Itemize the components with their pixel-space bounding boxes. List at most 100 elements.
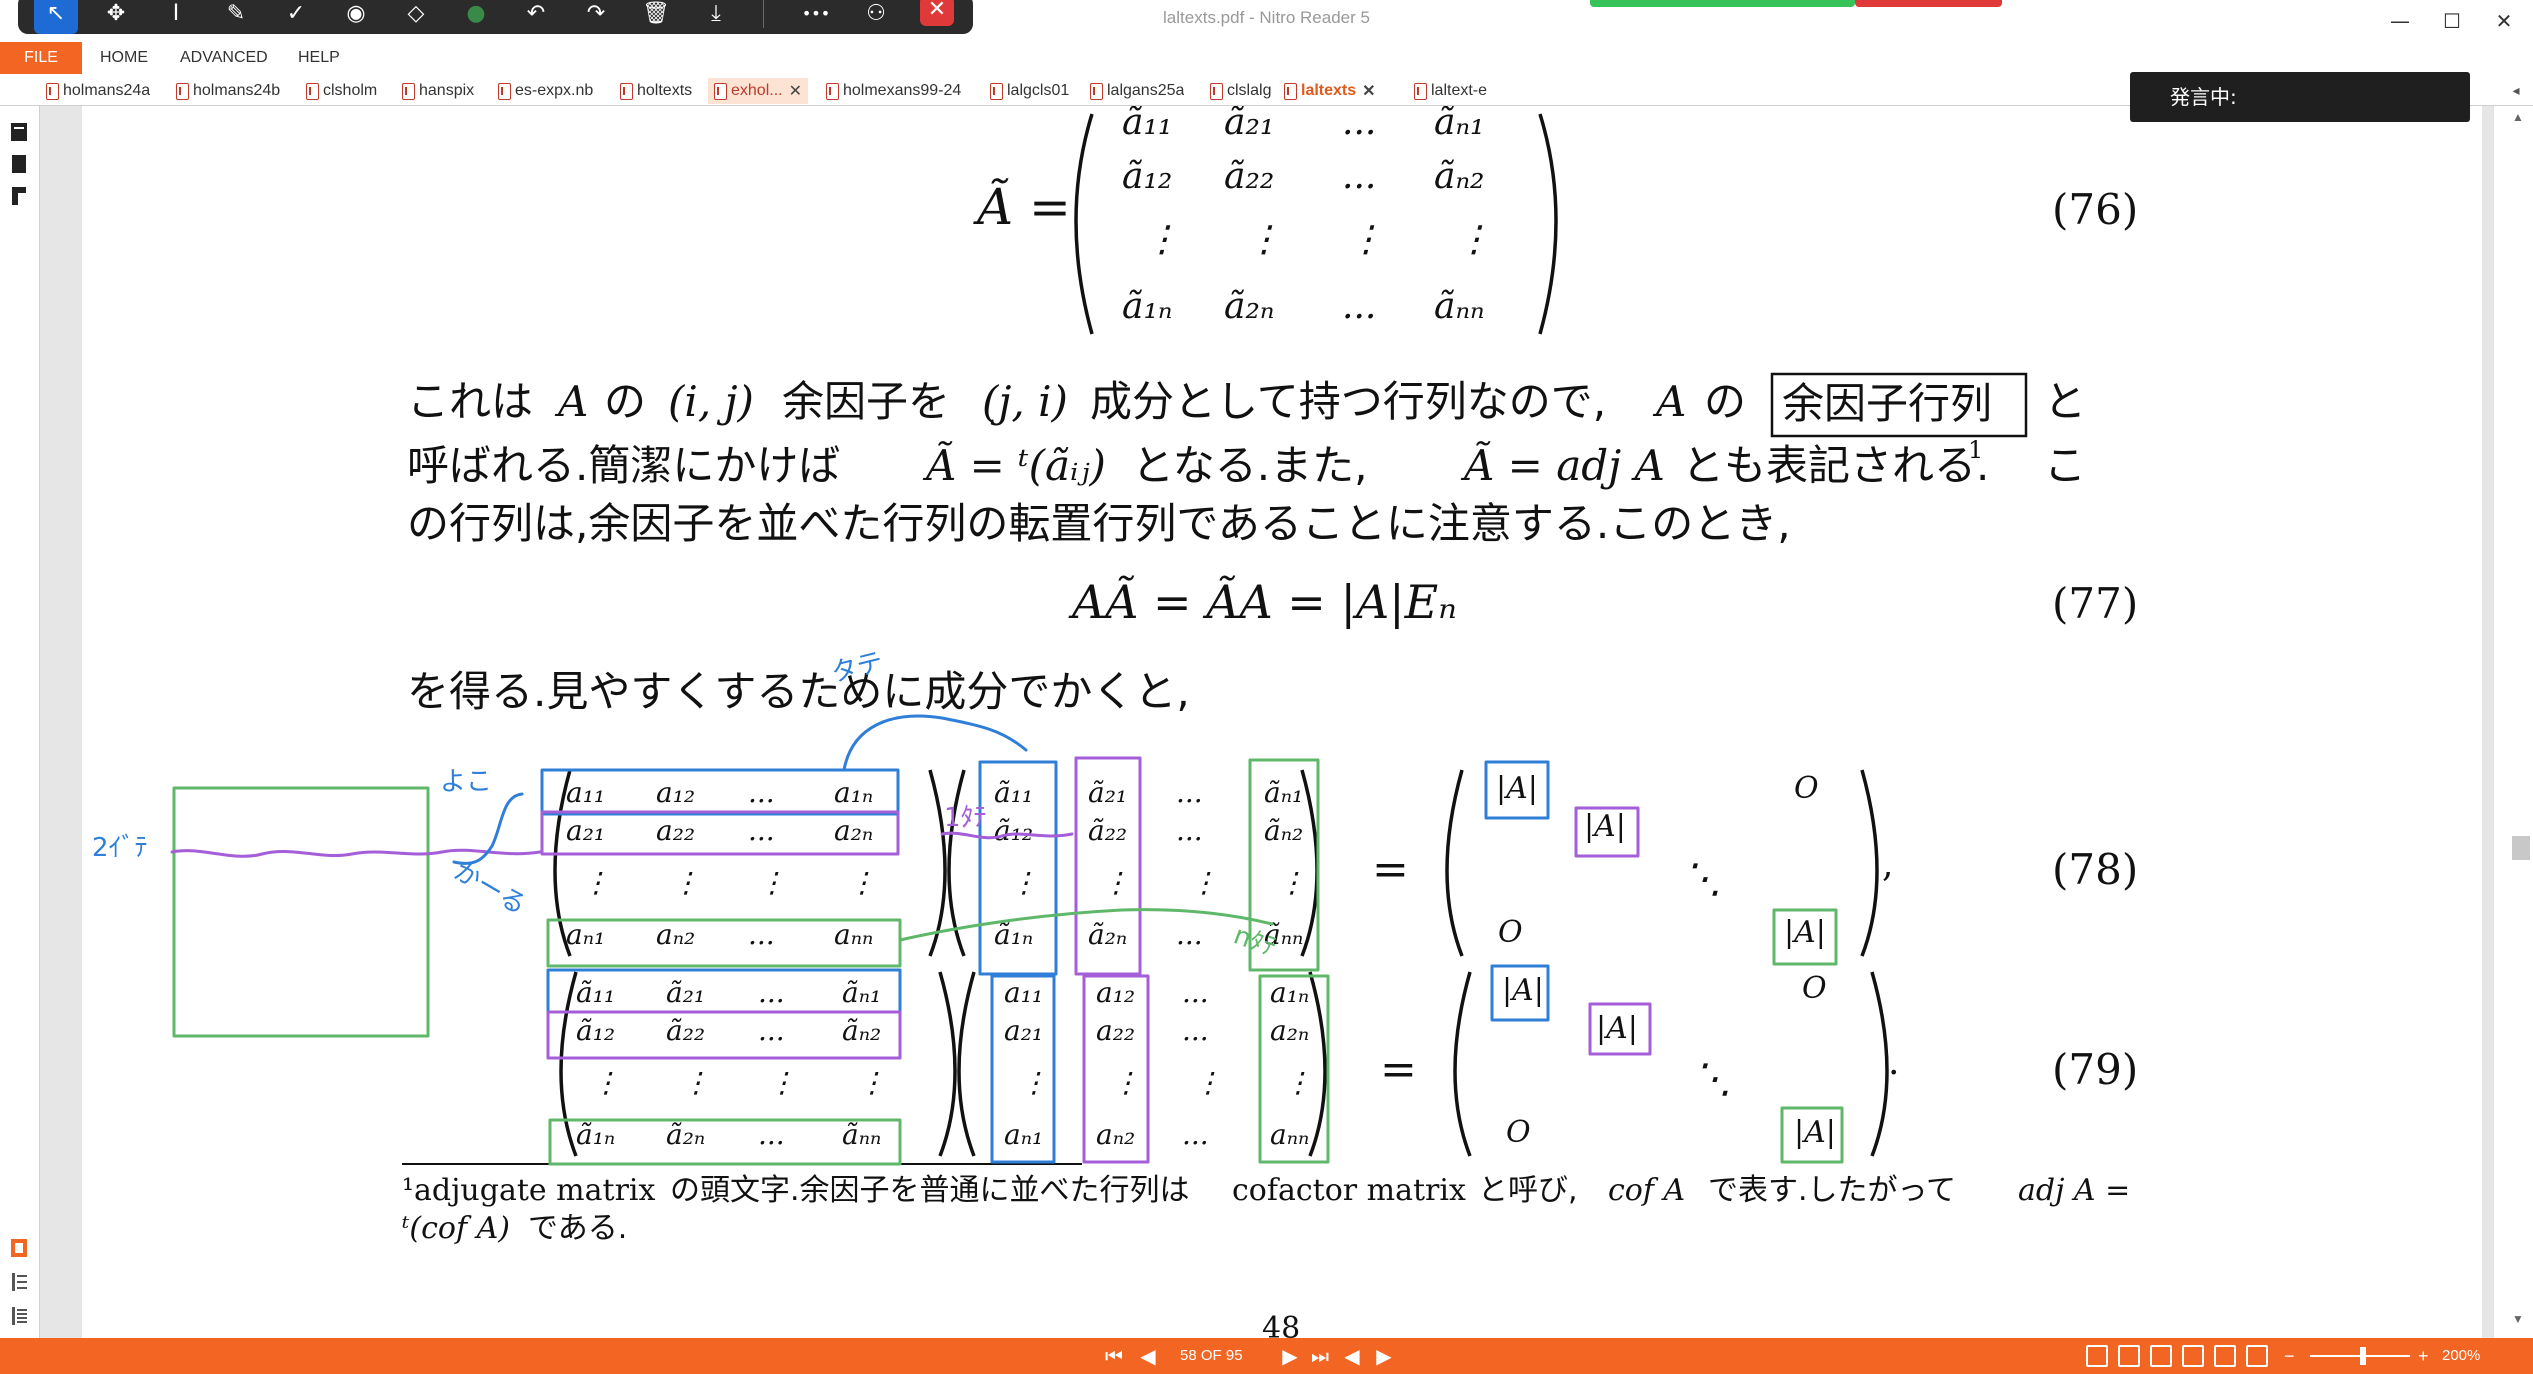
save-icon[interactable]: ⤓	[694, 0, 738, 34]
para1-text: 成分として持つ行列なので,	[1090, 377, 1606, 426]
fit-page-icon[interactable]	[2246, 1345, 2268, 1367]
tab-exhol[interactable]: exhol... ✕	[708, 78, 808, 104]
ink-box-green-square[interactable]	[172, 786, 430, 1038]
tab-clsholm[interactable]: clsholm	[306, 78, 377, 104]
tab-lalgans25a[interactable]: lalgans25a	[1090, 78, 1184, 104]
stamp-tool-icon[interactable]: ◉	[334, 0, 378, 34]
next-view-icon[interactable]: ▶	[1370, 1342, 1398, 1370]
tab-label: laltext-e	[1431, 82, 1488, 99]
matrix-cell: ã₁₂	[1122, 156, 1172, 197]
more-icon[interactable]: •••	[794, 0, 838, 34]
eq77-formula: AÃ = ÃA = |A|Eₙ	[1068, 575, 1457, 629]
pdf-icon	[714, 82, 727, 100]
vertical-scrollbar[interactable]: ▲ ▼	[2493, 106, 2533, 1338]
pdf-icon	[498, 82, 511, 100]
next-page-icon[interactable]: ▶	[1276, 1342, 1304, 1370]
zoom-slider-thumb[interactable]	[2360, 1347, 2366, 1365]
para1-text: 呼ばれる.簡潔にかけば	[407, 441, 840, 490]
tab-close-icon[interactable]: ✕	[1362, 81, 1375, 101]
matrix-cell: ãₙ₁	[1434, 106, 1484, 143]
matrix-cell: a₁₁	[1004, 976, 1043, 1009]
tab-holmans24a[interactable]: holmans24a	[46, 78, 150, 104]
tab-close-icon[interactable]: ✕	[789, 81, 802, 101]
undo-icon[interactable]: ↶	[514, 0, 558, 34]
tab-scroll-right-icon[interactable]: ◂	[2506, 78, 2526, 102]
tab-holtexts[interactable]: holtexts	[620, 78, 692, 104]
facing-view-icon[interactable]	[2150, 1345, 2172, 1367]
file-menu[interactable]: FILE	[0, 42, 82, 74]
pages-panel-icon[interactable]	[8, 120, 30, 144]
matrix-cell: ã₁₁	[994, 776, 1033, 809]
first-page-icon[interactable]: ⏮	[1100, 1342, 1128, 1370]
matrix-cell: a₂₁	[1004, 1014, 1043, 1047]
matrix-cell: ...	[1182, 976, 1209, 1009]
zoom-out-button[interactable]: −	[2284, 1338, 2295, 1374]
check-tool-icon[interactable]: ✓	[274, 0, 318, 34]
scroll-up-icon[interactable]: ▲	[2508, 110, 2528, 130]
toolbar-close-icon[interactable]: ✕	[920, 0, 954, 26]
outline-panel-icon[interactable]	[8, 1304, 30, 1328]
menu-help[interactable]: HELP	[298, 42, 340, 74]
menu-home[interactable]: HOME	[100, 42, 148, 74]
tab-laltexts[interactable]: laltexts ✕	[1284, 78, 1376, 104]
previous-view-icon[interactable]: ◀	[1338, 1342, 1366, 1370]
matrix-cell: ãₙ₁	[1264, 776, 1303, 809]
window-close-button[interactable]: ✕	[2484, 4, 2524, 38]
bookmarks-panel-icon[interactable]	[8, 152, 30, 176]
last-page-icon[interactable]: ⏭	[1306, 1342, 1334, 1370]
zero-block: O	[1506, 1115, 1531, 1150]
comments-panel-icon[interactable]	[8, 184, 30, 208]
minimize-button[interactable]: —	[2380, 4, 2420, 38]
tab-holmans24b[interactable]: holmans24b	[176, 78, 280, 104]
menu-advanced[interactable]: ADVANCED	[180, 42, 268, 74]
eq79-left-paren	[559, 971, 578, 1157]
matrix-cell: ...	[758, 1014, 785, 1047]
pan-tool-icon[interactable]: ✥	[94, 0, 138, 34]
matrix-cell: ã₁₁	[1122, 106, 1172, 143]
tab-label: holmans24b	[193, 82, 281, 99]
eq77-number: (77)	[2052, 579, 2138, 628]
previous-page-icon[interactable]: ◀	[1134, 1342, 1162, 1370]
matrix-cell: ãₙₙ	[842, 1118, 881, 1151]
layers-panel-icon[interactable]	[8, 1270, 30, 1294]
maximize-button[interactable]: ☐	[2432, 4, 2472, 38]
zoom-level[interactable]: 200%	[2442, 1338, 2480, 1374]
scroll-thumb[interactable]	[2512, 836, 2530, 860]
share-icon[interactable]: ⚇	[854, 0, 898, 34]
tab-label: lalgcls01	[1007, 82, 1070, 99]
zoom-in-button[interactable]: +	[2418, 1338, 2429, 1374]
scroll-down-icon[interactable]: ▼	[2508, 1312, 2528, 1332]
eq79-left-paren	[957, 971, 976, 1157]
eq79-diag-left-paren	[1453, 971, 1472, 1157]
tab-laltext-e[interactable]: laltext-e	[1414, 78, 1487, 104]
matrix-cell: ⋮	[848, 866, 876, 899]
pdf-icon	[306, 82, 319, 100]
continuous-view-icon[interactable]	[2118, 1345, 2140, 1367]
redo-icon[interactable]: ↷	[574, 0, 618, 34]
matrix-cell: ...	[1182, 1014, 1209, 1047]
page-content: Ã = ã₁₁ ã₂₁ ... ãₙ₁ ã₁₂ ã₂₂ ... ãₙ₂ ⋮ ⋮ …	[92, 106, 2138, 1338]
attachments-panel-icon[interactable]	[8, 1236, 30, 1260]
footnote-text: の頭文字.余因子を普通に並べた行列は	[670, 1173, 1190, 1208]
tab-clslalg[interactable]: clslalg	[1210, 78, 1271, 104]
single-page-view-icon[interactable]	[2086, 1345, 2108, 1367]
tab-lalgcls01[interactable]: lalgcls01	[990, 78, 1069, 104]
page-indicator[interactable]: 58 OF 95	[1180, 1338, 1243, 1374]
delete-icon[interactable]: 🗑	[634, 0, 678, 34]
text-cursor-tool-icon[interactable]: I	[154, 0, 198, 34]
facing-continuous-view-icon[interactable]	[2182, 1345, 2204, 1367]
eq76-lhs: Ã =	[973, 177, 1071, 236]
tab-hanspix[interactable]: hanspix	[402, 78, 474, 104]
pointer-tool-icon[interactable]: ↖	[34, 0, 78, 34]
fit-width-icon[interactable]	[2214, 1345, 2236, 1367]
document-viewport[interactable]: Ã = ã₁₁ ã₂₁ ... ãₙ₁ ã₁₂ ã₂₂ ... ãₙ₂ ⋮ ⋮ …	[40, 106, 2493, 1338]
tab-es-expx[interactable]: es-expx.nb	[498, 78, 593, 104]
tab-holmexans99-24[interactable]: holmexans99-24	[826, 78, 961, 104]
meeting-indicator-red	[1855, 0, 2002, 7]
eraser-tool-icon[interactable]: ◇	[394, 0, 438, 34]
footnote-text: ¹adjugate matrix	[402, 1173, 655, 1208]
ink-color-icon[interactable]: ●	[454, 0, 498, 34]
pen-tool-icon[interactable]: ✎	[214, 0, 258, 34]
pdf-icon	[46, 82, 59, 100]
pdf-icon	[1210, 82, 1223, 100]
